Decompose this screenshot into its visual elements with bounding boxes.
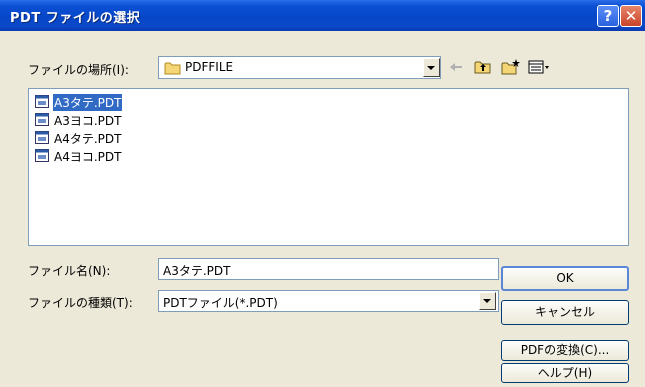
new-folder-icon[interactable]: [501, 58, 521, 76]
file-list[interactable]: A3タテ.PDT A3ヨコ.PDT A4タテ.PDT A4ヨコ.PDT: [28, 88, 629, 246]
pdt-file-icon: [35, 113, 49, 129]
title-bar[interactable]: PDT ファイルの選択 ? ✕: [0, 0, 645, 31]
ok-button[interactable]: OK: [501, 266, 629, 291]
folder-icon: [164, 61, 182, 78]
cancel-button[interactable]: キャンセル: [501, 300, 629, 325]
file-name-text: A3ヨコ.PDT: [54, 114, 122, 128]
look-in-combobox[interactable]: PDFFILE: [158, 56, 441, 79]
file-select-dialog: PDT ファイルの選択 ? ✕ ファイルの場所(I): PDFFILE A3タテ…: [0, 0, 645, 387]
file-type-select[interactable]: PDTファイル(*.PDT): [158, 290, 499, 312]
file-name-text: A3タテ.PDT: [53, 94, 123, 111]
up-folder-icon[interactable]: [474, 58, 492, 76]
look-in-dropdown-button[interactable]: [423, 58, 440, 77]
file-name-input-value: A3タテ.PDT: [163, 264, 231, 278]
file-name-input[interactable]: A3タテ.PDT: [158, 258, 499, 280]
file-type-value: PDTファイル(*.PDT): [163, 296, 278, 310]
convert-pdf-button[interactable]: PDFの変換(C)...: [501, 340, 629, 361]
pdt-file-icon: [35, 95, 49, 111]
close-button[interactable]: ✕: [620, 5, 642, 27]
look-in-label: ファイルの場所(I):: [28, 63, 129, 77]
look-in-value: PDFFILE: [185, 60, 234, 74]
window-title: PDT ファイルの選択: [10, 11, 141, 26]
file-name-text: A4タテ.PDT: [54, 132, 122, 146]
file-name-label: ファイル名(N):: [28, 264, 111, 278]
file-type-dropdown-button[interactable]: [479, 292, 496, 310]
help-button[interactable]: ヘルプ(H): [501, 363, 629, 383]
back-arrow-icon[interactable]: [448, 58, 464, 76]
view-menu-icon[interactable]: [528, 58, 550, 76]
file-name-text: A4ヨコ.PDT: [54, 150, 122, 164]
pdt-file-icon: [35, 149, 49, 165]
file-type-label: ファイルの種類(T):: [28, 296, 133, 310]
help-title-button[interactable]: ?: [597, 5, 619, 27]
pdt-file-icon: [35, 131, 49, 147]
